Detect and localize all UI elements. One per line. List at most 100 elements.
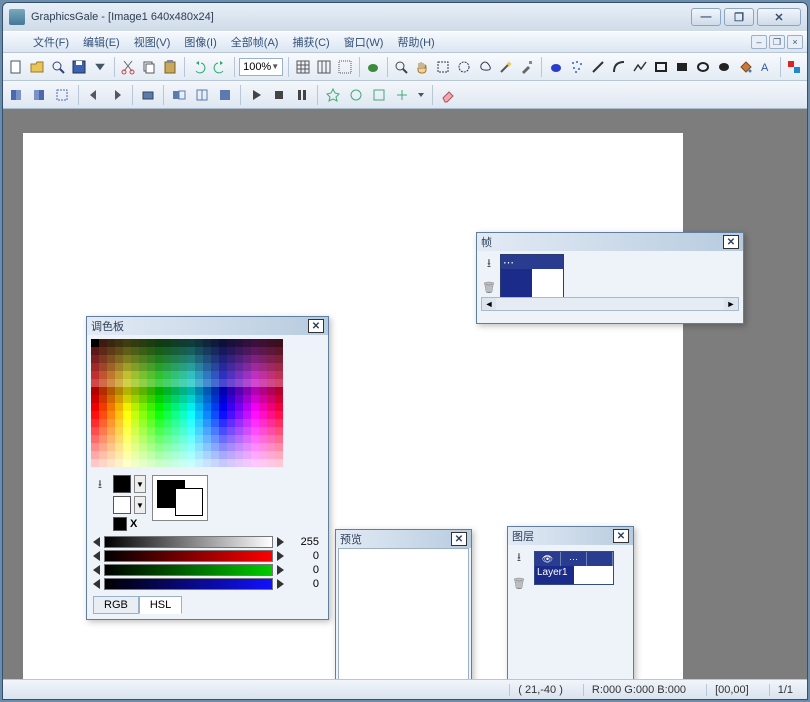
pause-button[interactable]: [292, 85, 312, 105]
palette-swatch[interactable]: [275, 379, 283, 387]
onion1-button[interactable]: [7, 85, 27, 105]
palette-swatch[interactable]: [211, 395, 219, 403]
palette-swatch[interactable]: [259, 371, 267, 379]
palette-swatch[interactable]: [219, 363, 227, 371]
palette-swatch[interactable]: [203, 435, 211, 443]
palette-swatch[interactable]: [235, 371, 243, 379]
paste-button[interactable]: [161, 57, 179, 77]
swap-colors-button[interactable]: [785, 57, 803, 77]
palette-swatch[interactable]: [251, 459, 259, 467]
palette-swatch[interactable]: [251, 379, 259, 387]
palette-swatch[interactable]: [187, 347, 195, 355]
tab-rgb[interactable]: RGB: [93, 596, 139, 614]
palette-swatch[interactable]: [115, 339, 123, 347]
frame-menu-icon[interactable]: ⋯: [503, 256, 514, 269]
redo-button[interactable]: [211, 57, 229, 77]
palette-swatch[interactable]: [171, 427, 179, 435]
anim-d-button[interactable]: [215, 85, 235, 105]
palette-swatch[interactable]: [131, 443, 139, 451]
palette-swatch[interactable]: [243, 363, 251, 371]
palette-swatch[interactable]: [251, 427, 259, 435]
palette-swatch[interactable]: [275, 339, 283, 347]
palette-swatch[interactable]: [91, 451, 99, 459]
fx1-button[interactable]: [323, 85, 343, 105]
palette-swatch[interactable]: [131, 339, 139, 347]
palette-swatch[interactable]: [179, 411, 187, 419]
palette-swatch[interactable]: [91, 403, 99, 411]
palette-swatch[interactable]: [107, 395, 115, 403]
palette-swatch[interactable]: [203, 443, 211, 451]
menu-allframes[interactable]: 全部帧(A): [225, 32, 285, 52]
palette-swatch[interactable]: [179, 419, 187, 427]
palette-swatch[interactable]: [187, 395, 195, 403]
palette-swatch[interactable]: [275, 371, 283, 379]
palette-swatch[interactable]: [259, 379, 267, 387]
palette-swatch[interactable]: [123, 427, 131, 435]
palette-swatch[interactable]: [187, 371, 195, 379]
palette-swatch[interactable]: [123, 355, 131, 363]
palette-swatch[interactable]: [147, 427, 155, 435]
frames-close-button[interactable]: ✕: [723, 235, 739, 249]
palette-swatch[interactable]: [123, 419, 131, 427]
layers-panel[interactable]: 图层 ✕ ⭳ 🗑 👁⋯ Layer1: [507, 526, 634, 679]
palette-swatch[interactable]: [211, 427, 219, 435]
palette-swatch[interactable]: [155, 411, 163, 419]
palette-swatch[interactable]: [227, 355, 235, 363]
palette-swatch[interactable]: [179, 355, 187, 363]
palette-swatch[interactable]: [155, 395, 163, 403]
palette-swatch[interactable]: [147, 363, 155, 371]
palette-swatch[interactable]: [139, 419, 147, 427]
palette-swatch[interactable]: [211, 371, 219, 379]
palette-swatch[interactable]: [251, 395, 259, 403]
onion2-button[interactable]: [30, 85, 50, 105]
eraser-button[interactable]: [438, 85, 458, 105]
palette-swatch[interactable]: [155, 443, 163, 451]
palette-swatch[interactable]: [243, 387, 251, 395]
palette-swatch[interactable]: [235, 459, 243, 467]
palette-swatch[interactable]: [115, 395, 123, 403]
menu-view[interactable]: 视图(V): [128, 32, 177, 52]
palette-swatch[interactable]: [195, 355, 203, 363]
palette-swatch[interactable]: [187, 339, 195, 347]
palette-swatch[interactable]: [235, 347, 243, 355]
palette-swatch[interactable]: [267, 451, 275, 459]
palette-swatch[interactable]: [171, 363, 179, 371]
palette-swatch[interactable]: [107, 355, 115, 363]
palette-swatch[interactable]: [171, 379, 179, 387]
palette-swatch[interactable]: [211, 379, 219, 387]
palette-swatch[interactable]: [211, 435, 219, 443]
palette-swatch[interactable]: [211, 451, 219, 459]
palette-swatch[interactable]: [203, 411, 211, 419]
palette-swatch[interactable]: [123, 379, 131, 387]
palette-swatch[interactable]: [219, 371, 227, 379]
polyline-button[interactable]: [631, 57, 649, 77]
palette-swatch[interactable]: [147, 419, 155, 427]
palette-swatch[interactable]: [99, 387, 107, 395]
palette-swatch[interactable]: [235, 387, 243, 395]
palette-swatch[interactable]: [259, 387, 267, 395]
onion3-button[interactable]: [53, 85, 73, 105]
palette-swatch[interactable]: [107, 363, 115, 371]
frames-title-bar[interactable]: 帧 ✕: [477, 233, 743, 251]
palette-swatch[interactable]: [123, 363, 131, 371]
palette-pin-icon[interactable]: ⭳: [93, 475, 107, 496]
palette-swatch[interactable]: [227, 419, 235, 427]
palette-swatch[interactable]: [147, 371, 155, 379]
palette-swatch[interactable]: [275, 427, 283, 435]
palette-swatch[interactable]: [107, 459, 115, 467]
palette-swatch[interactable]: [163, 387, 171, 395]
palette-swatch[interactable]: [179, 371, 187, 379]
tab-hsl[interactable]: HSL: [139, 596, 182, 614]
palette-swatch[interactable]: [147, 387, 155, 395]
palette-swatch[interactable]: [243, 443, 251, 451]
anim-b-button[interactable]: [169, 85, 189, 105]
palette-swatch[interactable]: [275, 363, 283, 371]
palette-swatch[interactable]: [147, 451, 155, 459]
palette-swatch[interactable]: [227, 347, 235, 355]
palette-swatch[interactable]: [131, 395, 139, 403]
curve-button[interactable]: [610, 57, 628, 77]
layers-pin-icon[interactable]: ⭳: [512, 548, 526, 569]
palette-swatch[interactable]: [275, 451, 283, 459]
layer-extra-icon[interactable]: [587, 552, 613, 566]
palette-swatch[interactable]: [267, 459, 275, 467]
